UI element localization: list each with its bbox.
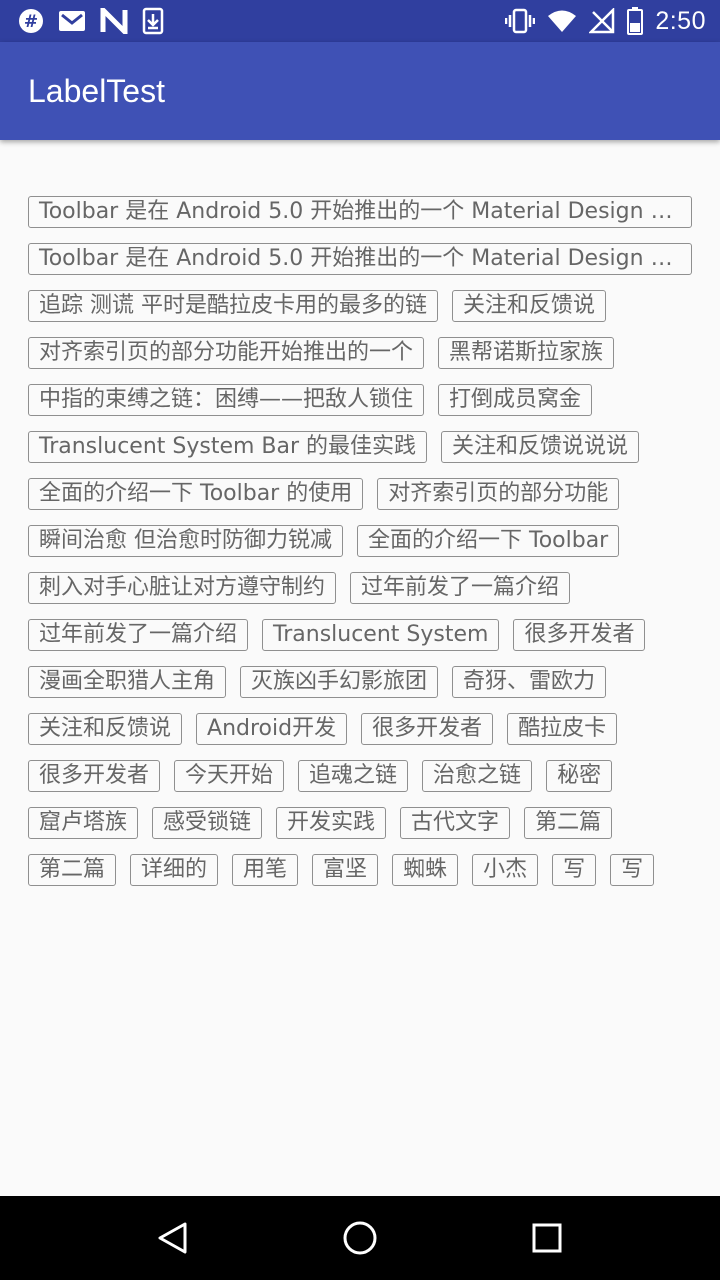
label[interactable]: 灭族凶手幻影旅团 xyxy=(240,666,439,698)
label[interactable]: 富坚 xyxy=(312,854,379,886)
label[interactable]: 第二篇 xyxy=(524,807,613,839)
label[interactable]: 关注和反馈说 xyxy=(28,713,183,745)
label[interactable]: 全面的介绍一下 Toolbar xyxy=(357,525,620,557)
label[interactable]: 很多开发者 xyxy=(28,760,161,792)
label[interactable]: 过年前发了一篇介绍 xyxy=(28,619,249,651)
label[interactable]: 对齐索引页的部分功能 xyxy=(377,478,620,510)
back-button[interactable] xyxy=(143,1208,203,1268)
label[interactable]: 窟卢塔族 xyxy=(28,807,139,839)
gmail-icon xyxy=(58,9,86,33)
label[interactable]: 中指的束缚之链：困缚——把敌人锁住 xyxy=(28,384,425,416)
label[interactable]: 古代文字 xyxy=(400,807,511,839)
label[interactable]: 关注和反馈说说说 xyxy=(441,431,640,463)
app-bar: LabelTest xyxy=(0,42,720,140)
label[interactable]: 黑帮诺斯拉家族 xyxy=(438,337,615,369)
n-icon xyxy=(100,8,128,34)
label-flow-layout: Toolbar 是在 Android 5.0 开始推出的一个 Material … xyxy=(28,196,692,901)
label[interactable]: 漫画全职猎人主角 xyxy=(28,666,227,698)
back-icon xyxy=(158,1222,187,1254)
home-icon xyxy=(343,1221,377,1255)
home-button[interactable] xyxy=(330,1208,390,1268)
label[interactable]: 刺入对手心脏让对方遵守制约 xyxy=(28,572,337,604)
label[interactable]: 追魂之链 xyxy=(298,760,409,792)
clock: 2:50 xyxy=(655,6,706,35)
recents-icon xyxy=(532,1223,562,1253)
label[interactable]: Translucent System xyxy=(262,619,500,651)
label[interactable]: 打倒成员窝金 xyxy=(438,384,593,416)
label[interactable]: 感受锁链 xyxy=(152,807,263,839)
label[interactable]: Toolbar 是在 Android 5.0 开始推出的一个 Material … xyxy=(28,243,692,275)
label[interactable]: 全面的介绍一下 Toolbar 的使用 xyxy=(28,478,364,510)
label[interactable]: 用笔 xyxy=(232,854,299,886)
label[interactable]: 关注和反馈说 xyxy=(452,290,607,322)
slack-icon: # xyxy=(18,8,44,34)
app-title: LabelTest xyxy=(28,72,165,109)
system-icons: 2:50 xyxy=(493,7,706,36)
no-signal-icon xyxy=(589,8,615,34)
label[interactable]: 奇犽、雷欧力 xyxy=(452,666,607,698)
svg-text:#: # xyxy=(24,12,38,32)
label[interactable]: 写 xyxy=(552,854,597,886)
label[interactable]: 第二篇 xyxy=(28,854,117,886)
label[interactable]: 很多开发者 xyxy=(513,619,646,651)
vibrate-icon xyxy=(505,8,536,34)
notification-icons: # xyxy=(18,7,178,35)
label[interactable]: 秘密 xyxy=(546,760,613,792)
navigation-bar xyxy=(0,1196,720,1280)
label[interactable]: 酷拉皮卡 xyxy=(507,713,618,745)
label[interactable]: 很多开发者 xyxy=(361,713,494,745)
status-bar: # 2:50 xyxy=(0,0,720,42)
battery-icon xyxy=(627,7,644,35)
download-icon xyxy=(142,7,164,35)
label[interactable]: 对齐索引页的部分功能开始推出的一个 xyxy=(28,337,425,369)
label[interactable]: 详细的 xyxy=(130,854,219,886)
label[interactable]: 蜘蛛 xyxy=(392,854,459,886)
label[interactable]: 小杰 xyxy=(472,854,539,886)
label[interactable]: 开发实践 xyxy=(276,807,387,839)
content-area: Toolbar 是在 Android 5.0 开始推出的一个 Material … xyxy=(0,140,720,1196)
label[interactable]: 过年前发了一篇介绍 xyxy=(350,572,571,604)
label[interactable]: 今天开始 xyxy=(174,760,285,792)
label[interactable]: Android开发 xyxy=(196,713,348,745)
wifi-icon xyxy=(547,9,577,33)
label[interactable]: Translucent System Bar 的最佳实践 xyxy=(28,431,428,463)
recents-button[interactable] xyxy=(517,1208,577,1268)
label[interactable]: 瞬间治愈 但治愈时防御力锐减 xyxy=(28,525,343,557)
label[interactable]: 写 xyxy=(610,854,655,886)
label[interactable]: 治愈之链 xyxy=(422,760,533,792)
label[interactable]: Toolbar 是在 Android 5.0 开始推出的一个 Material … xyxy=(28,196,692,228)
label[interactable]: 追踪 测谎 平时是酷拉皮卡用的最多的链 xyxy=(28,290,438,322)
